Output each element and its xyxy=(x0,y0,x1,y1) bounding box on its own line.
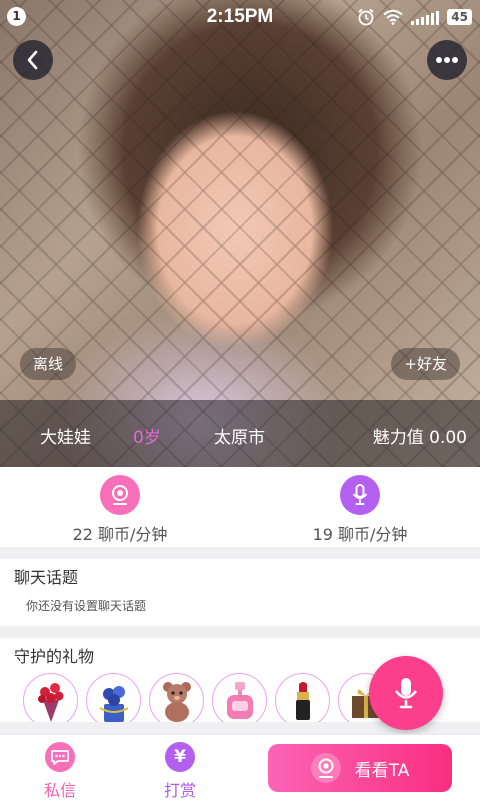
voice-call-button[interactable] xyxy=(369,656,443,730)
profile-info-bar: 大娃娃 0岁 太原市 魅力值 0.00 xyxy=(0,400,480,467)
video-camera-icon xyxy=(100,475,140,515)
chat-topics-title: 聊天话题 xyxy=(14,568,79,587)
more-button[interactable] xyxy=(427,40,467,80)
alarm-icon xyxy=(358,8,374,26)
voice-rate[interactable]: 19 聊币/分钟 xyxy=(260,475,460,545)
yen-icon: ¥ xyxy=(165,742,195,772)
watch-video-label: 看看TA xyxy=(354,760,410,781)
watch-video-button[interactable]: 看看TA xyxy=(268,744,452,792)
voice-rate-label: 19 聊币/分钟 xyxy=(312,525,408,544)
battery-icon: 45 xyxy=(447,9,472,25)
tip-button[interactable]: ¥ 打赏 xyxy=(145,742,215,800)
photo-texture xyxy=(0,0,480,467)
message-button[interactable]: 私信 xyxy=(25,742,95,800)
rose-bouquet-icon[interactable] xyxy=(23,673,78,722)
guard-gifts-title: 守护的礼物 xyxy=(14,647,95,666)
video-rate-label: 22 聊币/分钟 xyxy=(72,525,168,544)
teddy-bear-icon[interactable] xyxy=(149,673,204,722)
chat-topics-section: 聊天话题 你还没有设置聊天话题 xyxy=(0,559,480,626)
message-label: 私信 xyxy=(43,781,76,800)
blue-rose-icon[interactable] xyxy=(86,673,141,722)
age: 0岁 xyxy=(133,428,161,448)
online-status-badge: 离线 xyxy=(20,348,77,380)
status-bar: 1 2:15PM 45 xyxy=(0,0,480,36)
video-camera-icon xyxy=(310,753,341,783)
back-button[interactable] xyxy=(13,40,53,80)
wifi-icon xyxy=(383,9,403,25)
chat-topics-empty: 你还没有设置聊天话题 xyxy=(26,599,147,613)
video-rate[interactable]: 22 聊币/分钟 xyxy=(20,475,220,545)
status-icons: 45 xyxy=(357,8,472,26)
charm-value: 魅力值 0.00 xyxy=(372,428,467,448)
chat-bubble-icon xyxy=(45,742,75,772)
more-dots-icon xyxy=(436,57,458,63)
tip-label: 打赏 xyxy=(163,781,196,800)
city: 太原市 xyxy=(214,428,265,448)
nickname: 大娃娃 xyxy=(40,428,91,448)
signal-icon xyxy=(411,9,440,25)
lipstick-icon[interactable] xyxy=(275,673,330,722)
gift-list xyxy=(23,673,393,722)
profile-photo xyxy=(0,0,480,467)
chevron-left-icon xyxy=(27,50,38,70)
microphone-icon xyxy=(394,678,418,709)
bottom-action-bar: 私信 ¥ 打赏 看看TA xyxy=(0,734,480,800)
microphone-icon xyxy=(340,475,380,515)
perfume-icon[interactable] xyxy=(212,673,267,722)
add-friend-button[interactable]: +好友 xyxy=(391,348,460,380)
call-rates: 22 聊币/分钟 19 聊币/分钟 xyxy=(0,467,480,547)
